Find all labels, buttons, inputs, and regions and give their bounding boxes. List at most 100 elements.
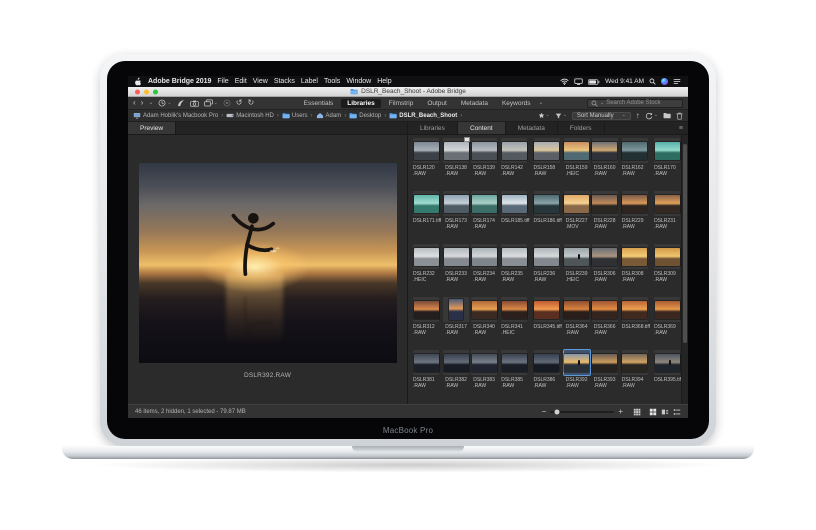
panel-menu-icon[interactable]: ≡ xyxy=(679,122,688,134)
rotate-right-button[interactable]: ↻ xyxy=(247,99,254,107)
back-button[interactable]: ‹ xyxy=(133,99,136,107)
new-folder-button[interactable] xyxy=(663,112,671,119)
breadcrumb-item[interactable]: DSLR_Beach_Shoot xyxy=(389,112,457,119)
tab-metadata[interactable]: Metadata xyxy=(506,122,558,134)
grid-item[interactable]: DSLR162.RAW xyxy=(619,137,651,190)
preview-image[interactable] xyxy=(139,163,397,363)
menubar-clock[interactable]: Wed 9:41 AM xyxy=(605,78,644,85)
notification-center-icon[interactable] xyxy=(673,78,681,85)
menu-edit[interactable]: Edit xyxy=(235,78,247,85)
display-icon[interactable] xyxy=(574,78,583,85)
scrollbar[interactable] xyxy=(681,135,688,404)
slider-knob[interactable] xyxy=(554,409,559,414)
scrollbar-thumb[interactable] xyxy=(683,144,687,343)
grid-item[interactable]: DSLR233.RAW xyxy=(442,243,470,296)
filter-button[interactable]: ⌄ xyxy=(555,113,567,119)
grid-item[interactable]: DSLR369.RAW xyxy=(651,296,683,349)
grid-lock-view-button[interactable] xyxy=(633,408,641,416)
rotate-button[interactable]: ⌄ xyxy=(645,112,658,120)
grid-item[interactable]: DSLR366.RAW xyxy=(591,296,619,349)
grid-item[interactable]: DSLR381.RAW xyxy=(410,349,442,402)
breadcrumb-item[interactable]: Macintosh HD xyxy=(226,112,274,119)
grid-item[interactable]: DSLR231.RAW xyxy=(651,190,683,243)
thumbnail-size-slider[interactable] xyxy=(550,411,614,413)
grid-item[interactable]: DSLR142.RAW xyxy=(498,137,530,190)
app-menu-title[interactable]: Adobe Bridge 2019 xyxy=(148,78,211,85)
grid-item[interactable]: DSLR345.tiff xyxy=(531,296,563,349)
detail-view-button[interactable] xyxy=(661,408,669,416)
refine-button[interactable]: ⌄ xyxy=(204,99,218,107)
filter-by-rating-button[interactable]: ⌄ xyxy=(538,112,550,119)
grid-item[interactable]: DSLR160.RAW xyxy=(591,137,619,190)
menu-help[interactable]: Help xyxy=(377,78,391,85)
grid-item[interactable]: DSLR235.RAW xyxy=(498,243,530,296)
menu-file[interactable]: File xyxy=(217,78,228,85)
battery-icon[interactable] xyxy=(588,79,600,85)
camera-raw-icon[interactable] xyxy=(223,99,231,107)
list-view-button[interactable] xyxy=(673,408,681,416)
minimize-button[interactable] xyxy=(144,89,149,94)
grid-item[interactable]: DSLR317.RAW xyxy=(442,296,470,349)
delete-button[interactable] xyxy=(676,112,683,120)
workspace-tab-libraries[interactable]: Libraries xyxy=(341,99,380,108)
grid-item[interactable]: DSLR382.RAW xyxy=(442,349,470,402)
thumbnail-view-button[interactable] xyxy=(649,408,657,416)
grid-item[interactable]: DSLR236.RAW xyxy=(531,243,563,296)
grid-item[interactable]: DSLR386.RAW xyxy=(531,349,563,402)
recent-files-button[interactable]: ⌄ xyxy=(158,99,171,107)
apple-menu-icon[interactable] xyxy=(135,77,142,86)
workspace-tab-metadata[interactable]: Metadata xyxy=(455,99,494,108)
grid-item[interactable]: DSLR139.RAW xyxy=(470,137,498,190)
grid-item[interactable]: DSLR186.tiff xyxy=(531,190,563,243)
menu-stacks[interactable]: Stacks xyxy=(274,78,295,85)
siri-icon[interactable] xyxy=(661,78,668,85)
breadcrumb-item[interactable]: Adam Hoblik's Macbook Pro xyxy=(133,112,218,119)
boomerang-icon[interactable] xyxy=(177,99,185,107)
grid-item[interactable]: DSLR341.HEIC xyxy=(498,296,530,349)
grid-item[interactable]: DSLR308.RAW xyxy=(619,243,651,296)
nav-chevron-icon[interactable]: ⌄ xyxy=(148,100,153,106)
grid-item[interactable]: DSLR228.RAW xyxy=(591,190,619,243)
grid-item[interactable]: DSLR234.RAW xyxy=(470,243,498,296)
adobe-stock-search[interactable]: ⌄ Search Adobe Stock xyxy=(587,99,683,108)
grid-item[interactable]: DSLR229.RAW xyxy=(619,190,651,243)
menu-window[interactable]: Window xyxy=(346,78,371,85)
sort-direction-button[interactable]: ↑ xyxy=(636,112,640,120)
breadcrumb-item[interactable]: Users xyxy=(282,112,308,119)
grid-item[interactable]: DSLR368.tiff xyxy=(619,296,651,349)
grid-item[interactable]: DSLR170.RAW xyxy=(651,137,683,190)
spotlight-icon[interactable] xyxy=(649,78,656,85)
menu-label[interactable]: Label xyxy=(301,78,318,85)
rotate-left-button[interactable]: ↺ xyxy=(236,99,243,107)
grid-item[interactable]: DSLR227.MOV xyxy=(563,190,591,243)
grid-item[interactable]: DSLR383.RAW xyxy=(470,349,498,402)
grid-item[interactable]: DSLR385.RAW xyxy=(498,349,530,402)
close-button[interactable] xyxy=(135,89,140,94)
workspace-tab-keywords[interactable]: Keywords xyxy=(496,99,537,108)
zoom-out-button[interactable]: − xyxy=(542,408,547,416)
workspace-tab-essentials[interactable]: Essentials xyxy=(298,99,340,108)
workspace-tab-output[interactable]: Output xyxy=(421,99,453,108)
fullscreen-button[interactable] xyxy=(153,89,158,94)
tab-folders[interactable]: Folders xyxy=(558,122,605,134)
sort-dropdown[interactable]: Sort Manually ⌄ xyxy=(572,112,631,120)
grid-item[interactable]: DSLR306.RAW xyxy=(591,243,619,296)
menu-tools[interactable]: Tools xyxy=(324,78,340,85)
tab-libraries[interactable]: Libraries xyxy=(408,122,458,134)
grid-item[interactable]: DSLR312.RAW xyxy=(410,296,442,349)
import-from-camera-button[interactable] xyxy=(190,100,199,107)
grid-item[interactable]: DSLR232.HEIC xyxy=(410,243,442,296)
wifi-icon[interactable] xyxy=(560,78,569,85)
workspace-chevron-icon[interactable]: ⌄ xyxy=(538,100,543,106)
forward-button[interactable]: › xyxy=(141,99,144,107)
grid-item[interactable]: DSLR120.RAW xyxy=(410,137,442,190)
breadcrumb-item[interactable]: Adam xyxy=(316,112,342,119)
grid-item[interactable]: DSLR309.RAW xyxy=(651,243,683,296)
grid-item[interactable]: DSLR158.RAW xyxy=(531,137,563,190)
grid-item[interactable]: DSLR392.RAW xyxy=(563,349,591,402)
grid-item[interactable]: DSLR364.RAW xyxy=(563,296,591,349)
workspace-tab-filmstrip[interactable]: Filmstrip xyxy=(383,99,420,108)
grid-item[interactable]: DSLR340.RAW xyxy=(470,296,498,349)
grid-item[interactable]: DSLR395.tiff xyxy=(651,349,683,402)
zoom-in-button[interactable]: + xyxy=(618,408,623,416)
